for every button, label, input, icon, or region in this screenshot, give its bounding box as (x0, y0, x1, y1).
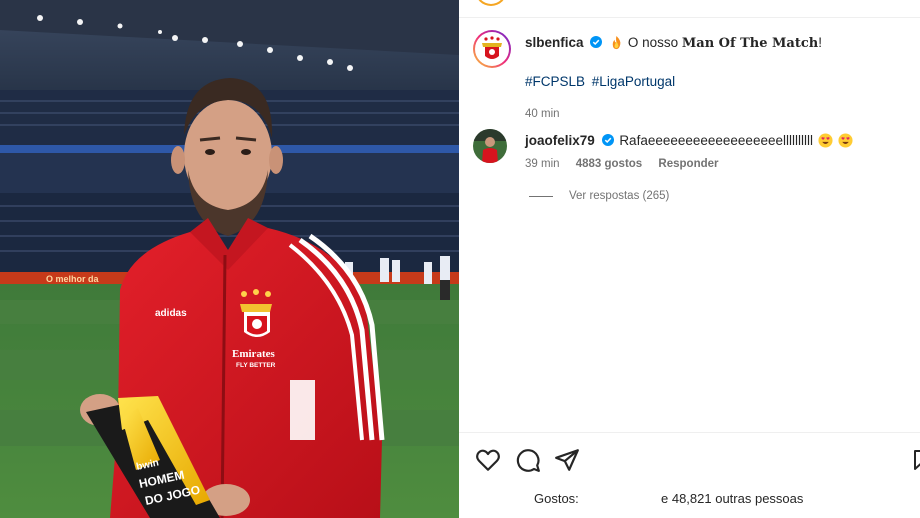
fire-emoji-icon (612, 35, 621, 50)
stadium-photo-illustration: O melhor da Emirates FLY BETTER adidas b… (0, 0, 459, 518)
comment-likes[interactable]: 4883 gostos (576, 158, 642, 170)
board-text: O melhor da (46, 274, 100, 284)
profile-photo-icon (473, 129, 507, 163)
likes-others-link[interactable]: e 48,821 outras pessoas (661, 491, 803, 506)
likes-summary: Gostos: e 48,821 outras pessoas (534, 491, 803, 506)
brand-text: adidas (155, 308, 187, 319)
comment-text: Rafaeeeeeeeeeeeeeeeeeellllllllll (619, 133, 813, 148)
comment-username[interactable]: joaofelix79 (525, 133, 595, 148)
paper-plane-icon[interactable] (554, 447, 580, 473)
replies-divider (529, 195, 553, 197)
reply-button[interactable]: Responder (658, 158, 718, 170)
comment-time: 39 min (525, 158, 560, 170)
caption-time: 40 min (525, 108, 560, 120)
verified-badge-icon (601, 134, 614, 146)
comments-panel: slbenfica O nosso Man Of The Match! #FCP… (459, 0, 920, 518)
benfica-logo-icon (482, 36, 502, 59)
view-replies-label: Ver respostas (265) (569, 190, 670, 202)
likes-label: Gostos: (534, 491, 579, 506)
heart-eyes-emoji-icon (818, 133, 833, 148)
view-replies-button[interactable]: Ver respostas (265) (529, 190, 669, 202)
heart-icon[interactable] (475, 447, 501, 473)
sponsor-subtext: FLY BETTER (236, 362, 276, 369)
caption-bold: Man Of The Match (681, 36, 819, 51)
post-photo[interactable]: O melhor da Emirates FLY BETTER adidas b… (0, 0, 459, 518)
sponsor-text: Emirates (232, 348, 275, 360)
post-caption: slbenfica O nosso Man Of The Match! #FCP… (473, 30, 910, 120)
caption-suffix: ! (818, 35, 822, 50)
comment-bubble-icon[interactable] (515, 447, 541, 473)
hashtag-fcpslb[interactable]: #FCPSLB (525, 74, 585, 89)
post-header-edge (459, 0, 920, 18)
caption-prefix: O nosso (627, 35, 679, 50)
heart-eyes-emoji-icon (837, 133, 853, 148)
hashtag-ligaportugal[interactable]: #LigaPortugal (592, 74, 675, 89)
post-actions-bar: Gostos: e 48,821 outras pessoas (459, 432, 920, 518)
joaofelix79-avatar[interactable] (473, 129, 507, 163)
bookmark-icon[interactable] (914, 447, 920, 473)
caption-username[interactable]: slbenfica (525, 35, 584, 50)
header-avatar-ring[interactable] (475, 0, 507, 6)
comment-item: joaofelix79 Rafaeeeeeeeeeeeeeeeeeellllll… (473, 129, 910, 179)
verified-badge-icon (590, 36, 603, 48)
slbenfica-avatar[interactable] (473, 30, 511, 68)
